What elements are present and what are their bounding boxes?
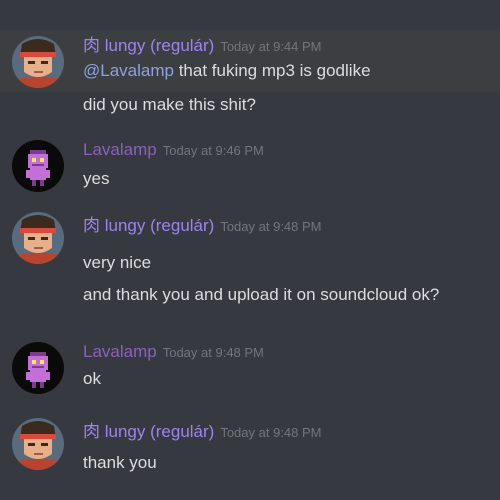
author-name[interactable]: 肉 lungy (regulár) xyxy=(83,422,214,441)
message-header: 肉 lungy (regulár) Today at 9:44 PM xyxy=(83,36,322,57)
message-group-1: 肉 lungy (regulár) Today at 9:44 PM @Laval… xyxy=(0,30,500,92)
lavalamp-avatar[interactable] xyxy=(12,140,64,192)
pixel-character-icon xyxy=(12,140,64,192)
author-name[interactable]: Lavalamp xyxy=(83,140,157,159)
fighter-portrait-icon xyxy=(12,36,64,88)
message-header: 肉 lungy (regulár) Today at 9:48 PM xyxy=(83,422,322,443)
message-text: thank you xyxy=(83,453,157,472)
message-group-5: 肉 lungy (regulár) Today at 9:48 PM thank … xyxy=(0,416,500,486)
message-text: and thank you and upload it on soundclou… xyxy=(83,285,440,304)
message-timestamp: Today at 9:48 PM xyxy=(162,345,264,360)
user-mention[interactable]: @Lavalamp xyxy=(83,61,174,80)
message-timestamp: Today at 9:44 PM xyxy=(220,39,322,54)
message-header: Lavalamp Today at 9:48 PM xyxy=(83,342,264,363)
message-text: very nice xyxy=(83,253,152,272)
message-text: yes xyxy=(83,169,110,188)
message-timestamp: Today at 9:48 PM xyxy=(220,219,322,234)
message-timestamp: Today at 9:46 PM xyxy=(162,143,264,158)
author-name[interactable]: 肉 lungy (regulár) xyxy=(83,36,214,55)
fighter-portrait-icon xyxy=(12,418,64,470)
message-timestamp: Today at 9:48 PM xyxy=(220,425,322,440)
message-text-content: that fuking mp3 is godlike xyxy=(173,61,371,80)
pixel-character-icon xyxy=(12,342,64,394)
message-text: ok xyxy=(83,369,101,388)
message-text: did you make this shit? xyxy=(83,95,256,114)
fighter-portrait-icon xyxy=(12,212,64,264)
message-group-3: 肉 lungy (regulár) Today at 9:48 PM very n… xyxy=(0,210,500,310)
lungy-avatar[interactable] xyxy=(12,212,64,264)
author-name[interactable]: 肉 lungy (regulár) xyxy=(83,216,214,235)
author-name[interactable]: Lavalamp xyxy=(83,342,157,361)
message-text: @Lavalamp that fuking mp3 is godlike xyxy=(83,60,371,82)
message-header: 肉 lungy (regulár) Today at 9:48 PM xyxy=(83,216,322,237)
lungy-avatar[interactable] xyxy=(12,36,64,88)
message-group-2: Lavalamp Today at 9:46 PM yes xyxy=(0,136,500,196)
message-header: Lavalamp Today at 9:46 PM xyxy=(83,140,264,161)
lungy-avatar[interactable] xyxy=(12,418,64,470)
message-group-4: Lavalamp Today at 9:48 PM ok xyxy=(0,338,500,398)
lavalamp-avatar[interactable] xyxy=(12,342,64,394)
